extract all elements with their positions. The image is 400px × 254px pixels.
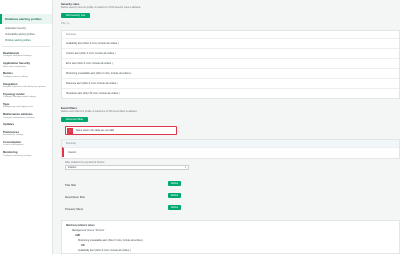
sidebar-item-integration[interactable]: Integration Integrate Dynatrace with thi…	[0, 81, 52, 91]
description-filter-label: Description filter	[65, 195, 86, 199]
matched-line: Monitoring unavailable alert (After 0 mi…	[78, 239, 144, 242]
severity-rules-description: Define severity rules for profile. A max…	[61, 6, 141, 9]
sidebar-item-desc: Configure monitoring settings	[3, 154, 32, 157]
table-row[interactable]: Custom alert (After 0 mins; Include all …	[62, 48, 399, 58]
table-row[interactable]: Resource alert (After 0 mins; Include al…	[62, 78, 399, 88]
sidebar-item-preferences[interactable]: Preferences Environment settings	[0, 129, 52, 139]
sidebar-item-monitoring[interactable]: Monitoring Configure monitoring settings	[0, 149, 52, 159]
sidebar-item-topology-model[interactable]: Topology model Configure topology model …	[0, 91, 52, 101]
table-row[interactable]: Slowdown alert (After 30 mins; Include a…	[62, 88, 399, 98]
table-row[interactable]: Availability alert (After 0 mins; Includ…	[62, 38, 399, 48]
event-filters-table: Summary Custom	[61, 139, 400, 159]
table-header: Summary	[66, 33, 77, 36]
sidebar-subitem-problem-alerting[interactable]: Problem alerting profiles	[0, 37, 52, 43]
sidebar-item-desc: Environment settings	[3, 134, 24, 137]
divider	[2, 46, 50, 47]
sidebar-item-metrics[interactable]: Metrics Configure metrics settings	[0, 70, 52, 80]
sidebar-item-desc: Configure metrics settings	[3, 75, 29, 78]
sidebar-item-desc: Configure dashboard settings	[3, 55, 32, 58]
sidebar-item-application-security[interactable]: Application Security Rules and configura…	[0, 60, 52, 70]
define-title-filter-button[interactable]: Define	[168, 181, 181, 186]
property-filters-label: Property filters	[65, 207, 84, 211]
add-severity-rule-button[interactable]: Add severity rule	[61, 13, 90, 18]
table-row[interactable]: Error alert (After 0 mins; Include all e…	[62, 58, 399, 68]
sidebar: Database alerting profiles Application S…	[0, 0, 53, 254]
define-description-filter-button[interactable]: Define	[168, 193, 181, 198]
sidebar-item-tags[interactable]: Tags Manage tags and tagging rules	[0, 101, 52, 111]
filter-type-value: Custom	[68, 166, 77, 169]
matched-heading: Matched problems where	[66, 224, 95, 227]
matched-line: Availability alert (After 0 mins; Includ…	[78, 249, 131, 252]
sidebar-active-title: Database alerting profiles	[5, 17, 42, 21]
matched-operator: AND	[75, 234, 81, 237]
filter-type-select[interactable]: Custom ▾	[65, 165, 189, 170]
filter-input[interactable]: Filter by	[61, 22, 70, 25]
chevron-down-icon: ▾	[184, 166, 186, 169]
sidebar-item-maintenance-windows[interactable]: Maintenance windows Configure maintenanc…	[0, 111, 52, 121]
sidebar-item-desc: Configure topology model settings	[3, 96, 37, 99]
event-filters-description: Define event filters for profile. A maxi…	[61, 110, 138, 113]
sidebar-item-desc: Integrate Dynatrace with third-party sys…	[3, 86, 46, 89]
sidebar-item-active[interactable]: Database alerting profiles	[0, 14, 52, 24]
title-filter-label: Title filter	[65, 183, 77, 187]
add-event-filter-button[interactable]: Add event filter	[61, 117, 88, 122]
define-property-filters-button[interactable]: Define	[168, 205, 181, 210]
sidebar-item-updates[interactable]: Updates	[0, 121, 52, 128]
severity-rules-table: Summary Availability alert (After 0 mins…	[61, 30, 400, 99]
sidebar-item-title: Updates	[3, 122, 15, 127]
filter-type-label: Filter problems by any kind of Source	[65, 161, 105, 164]
sidebar-item-desc: Rules and configuration	[3, 65, 26, 68]
sidebar-header	[0, 0, 52, 14]
validation-error: ! Some rows in the table are not valid	[65, 126, 177, 135]
table-row[interactable]: Monitoring unavailable alert (After 0 mi…	[62, 68, 399, 78]
matched-problems-panel: Matched problems where Management zone i…	[61, 220, 400, 254]
sidebar-item-desc: Configure maintenance windows	[3, 116, 35, 119]
table-header: Summary	[62, 140, 399, 147]
sidebar-item-dashboards[interactable]: Dashboards Configure dashboard settings	[0, 50, 52, 60]
table-row[interactable]: Custom	[62, 147, 399, 157]
sidebar-item-desc: License consumption	[3, 144, 24, 147]
sidebar-item-desc: Manage tags and tagging rules	[3, 106, 34, 109]
matched-line: Management zone is "All runs"	[72, 229, 105, 232]
error-message: Some rows in the table are not valid	[76, 129, 115, 132]
error-icon: !	[67, 128, 73, 134]
matched-operator: OR	[81, 244, 85, 247]
sidebar-item-consumption[interactable]: Consumption License consumption	[0, 139, 52, 149]
